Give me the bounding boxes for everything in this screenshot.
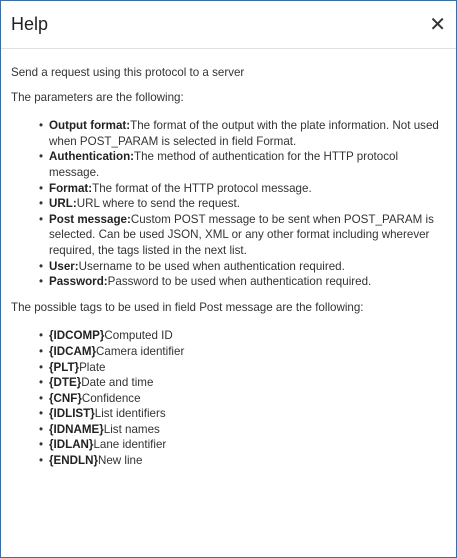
tag-text: List identifiers <box>94 407 166 421</box>
list-item: {PLT}Plate <box>39 360 446 376</box>
dialog-header: Help ✕ <box>1 1 456 49</box>
tag-text: Plate <box>79 360 106 374</box>
param-text: URL where to send the request. <box>76 197 240 211</box>
list-item: Format:The format of the HTTP protocol m… <box>39 181 446 197</box>
tag-label: {IDCAM} <box>49 344 97 358</box>
list-item: {IDLIST}List identifiers <box>39 406 446 422</box>
list-item: {IDCOMP}Computed ID <box>39 328 446 344</box>
tag-label: {IDLAN} <box>49 438 94 452</box>
tag-label: {DTE} <box>49 376 82 390</box>
help-dialog: Help ✕ Send a request using this protoco… <box>0 0 457 558</box>
list-item: URL:URL where to send the request. <box>39 196 446 212</box>
tags-list: {IDCOMP}Computed ID {IDCAM}Camera identi… <box>11 328 446 468</box>
list-item: Password:Password to be used when authen… <box>39 274 446 290</box>
param-label: User: <box>49 259 79 273</box>
tag-text: Date and time <box>81 376 154 390</box>
list-item: Authentication:The method of authenticat… <box>39 149 446 180</box>
tag-text: List names <box>103 422 160 436</box>
param-label: Authentication: <box>49 150 135 164</box>
tag-label: {CNF} <box>49 391 82 405</box>
list-item: Output format:The format of the output w… <box>39 118 446 149</box>
list-item: {ENDLN}New line <box>39 453 446 469</box>
params-heading: The parameters are the following: <box>11 90 184 104</box>
param-label: Output format: <box>49 119 131 133</box>
list-item: User:Username to be used when authentica… <box>39 259 446 275</box>
tag-label: {ENDLN} <box>49 454 98 468</box>
close-icon[interactable]: ✕ <box>425 13 450 37</box>
list-item: {IDCAM}Camera identifier <box>39 344 446 360</box>
tags-heading: The possible tags to be used in field Po… <box>11 300 364 314</box>
tag-text: Confidence <box>81 391 141 405</box>
tag-label: {IDCOMP} <box>49 329 105 343</box>
dialog-title: Help <box>11 14 49 34</box>
tag-text: Computed ID <box>104 329 173 343</box>
param-label: Format: <box>49 181 93 195</box>
param-label: URL: <box>49 197 77 211</box>
list-item: {DTE}Date and time <box>39 375 446 391</box>
list-item: {IDNAME}List names <box>39 422 446 438</box>
tag-label: {IDLIST} <box>49 407 95 421</box>
param-text: Password to be used when authentication … <box>107 275 372 289</box>
param-label: Post message: <box>49 212 131 226</box>
dialog-body: Send a request using this protocol to a … <box>1 49 456 469</box>
intro-text: Send a request using this protocol to a … <box>11 66 245 79</box>
list-item: {CNF}Confidence <box>39 391 446 407</box>
param-text: The format of the HTTP protocol message. <box>92 181 312 195</box>
tag-label: {IDNAME} <box>49 422 104 436</box>
tag-label: {PLT} <box>49 360 80 374</box>
tag-text: Camera identifier <box>96 344 185 358</box>
tag-text: Lane identifier <box>93 438 167 452</box>
param-text: Username to be used when authentication … <box>78 259 345 273</box>
params-list: Output format:The format of the output w… <box>11 118 446 290</box>
tag-text: New line <box>97 454 143 468</box>
list-item: Post message:Custom POST message to be s… <box>39 212 446 259</box>
param-label: Password: <box>49 275 108 289</box>
list-item: {IDLAN}Lane identifier <box>39 437 446 453</box>
